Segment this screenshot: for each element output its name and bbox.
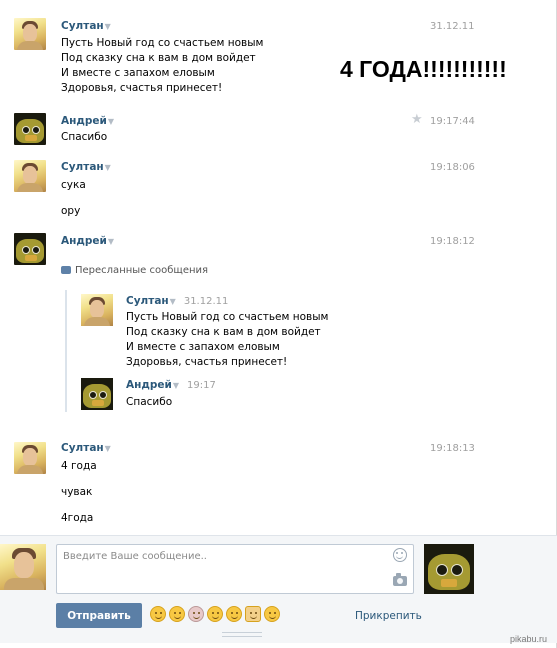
star-icon[interactable]: ★ — [411, 112, 423, 127]
message-text: ору — [61, 205, 81, 217]
chevron-down-icon[interactable]: ▼ — [108, 117, 114, 126]
chevron-down-icon[interactable]: ▼ — [105, 444, 111, 453]
dialog-window: Султан▼ 31.12.11 Пусть Новый год со счас… — [0, 0, 557, 648]
message-time: 19:18:13 — [430, 443, 475, 454]
forwarded-text: Спасибо — [126, 396, 173, 408]
chevron-down-icon[interactable]: ▼ — [108, 237, 114, 246]
my-avatar[interactable] — [0, 544, 46, 590]
peer-avatar[interactable] — [424, 544, 474, 594]
chevron-down-icon[interactable]: ▼ — [105, 163, 111, 172]
forwarded-text: Пусть Новый год со счастьем новым Под ск… — [126, 311, 329, 368]
message-author[interactable]: Султан▼ — [61, 20, 111, 32]
message-text: Пусть Новый год со счастьем новым Под ск… — [61, 37, 264, 94]
avatar-sultan[interactable] — [81, 294, 113, 326]
message-time: 31.12.11 — [430, 21, 475, 32]
annotation-text: 4 ГОДА!!!!!!!!!!! — [340, 56, 507, 82]
forward-icon — [61, 266, 71, 274]
watermark: pikabu.ru — [510, 634, 548, 644]
message-time: 19:18:12 — [430, 236, 475, 247]
forwarded-time: 19:17 — [187, 380, 216, 391]
chevron-down-icon[interactable]: ▼ — [173, 381, 179, 390]
relieved-emoji-icon[interactable] — [150, 606, 166, 622]
forwarded-time: 31.12.11 — [183, 296, 229, 307]
forwarded-author[interactable]: Султан▼ 31.12.11 — [126, 295, 228, 307]
message-author[interactable]: Андрей▼ — [61, 115, 114, 127]
message-composer: Отправить Прикрепить — [0, 535, 557, 643]
avatar-andrey[interactable] — [14, 113, 46, 145]
message-text: сука — [61, 179, 86, 191]
avatar-sultan[interactable] — [14, 160, 46, 192]
message-text: 4года — [61, 512, 94, 524]
laughing-emoji-icon[interactable] — [169, 606, 185, 622]
chevron-down-icon[interactable]: ▼ — [105, 22, 111, 31]
avatar-andrey[interactable] — [14, 233, 46, 265]
chevron-down-icon[interactable]: ▼ — [170, 297, 176, 306]
attach-link[interactable]: Прикрепить — [355, 610, 422, 622]
smile-emoji-icon[interactable] — [226, 606, 242, 622]
avatar-sultan[interactable] — [14, 18, 46, 50]
forwarded-messages-label[interactable]: Пересланные сообщения — [61, 265, 208, 276]
message-text: Спасибо — [61, 131, 108, 143]
thumbs-up-emoji-icon[interactable] — [245, 606, 261, 622]
message-text: чувак — [61, 486, 93, 498]
forwarded-quote-bar — [65, 290, 67, 412]
forwarded-author[interactable]: Андрей▼ 19:17 — [126, 379, 216, 391]
avatar-andrey[interactable] — [81, 378, 113, 410]
blush-emoji-icon[interactable] — [207, 606, 223, 622]
flushed-emoji-icon[interactable] — [264, 606, 280, 622]
camera-icon[interactable] — [393, 573, 407, 586]
message-author[interactable]: Султан▼ — [61, 161, 111, 173]
send-button[interactable]: Отправить — [56, 603, 142, 628]
avatar-sultan[interactable] — [14, 442, 46, 474]
emoji-picker-icon[interactable] — [393, 548, 407, 562]
quick-emoji-bar — [150, 606, 280, 622]
message-text: 4 года — [61, 460, 97, 472]
message-author[interactable]: Султан▼ — [61, 442, 111, 454]
message-author[interactable]: Андрей▼ — [61, 235, 114, 247]
message-time: 19:17:44 — [430, 116, 475, 127]
resize-handle[interactable] — [222, 632, 262, 637]
message-time: 19:18:06 — [430, 162, 475, 173]
message-input[interactable] — [56, 544, 414, 594]
mouse-emoji-icon[interactable] — [188, 606, 204, 622]
